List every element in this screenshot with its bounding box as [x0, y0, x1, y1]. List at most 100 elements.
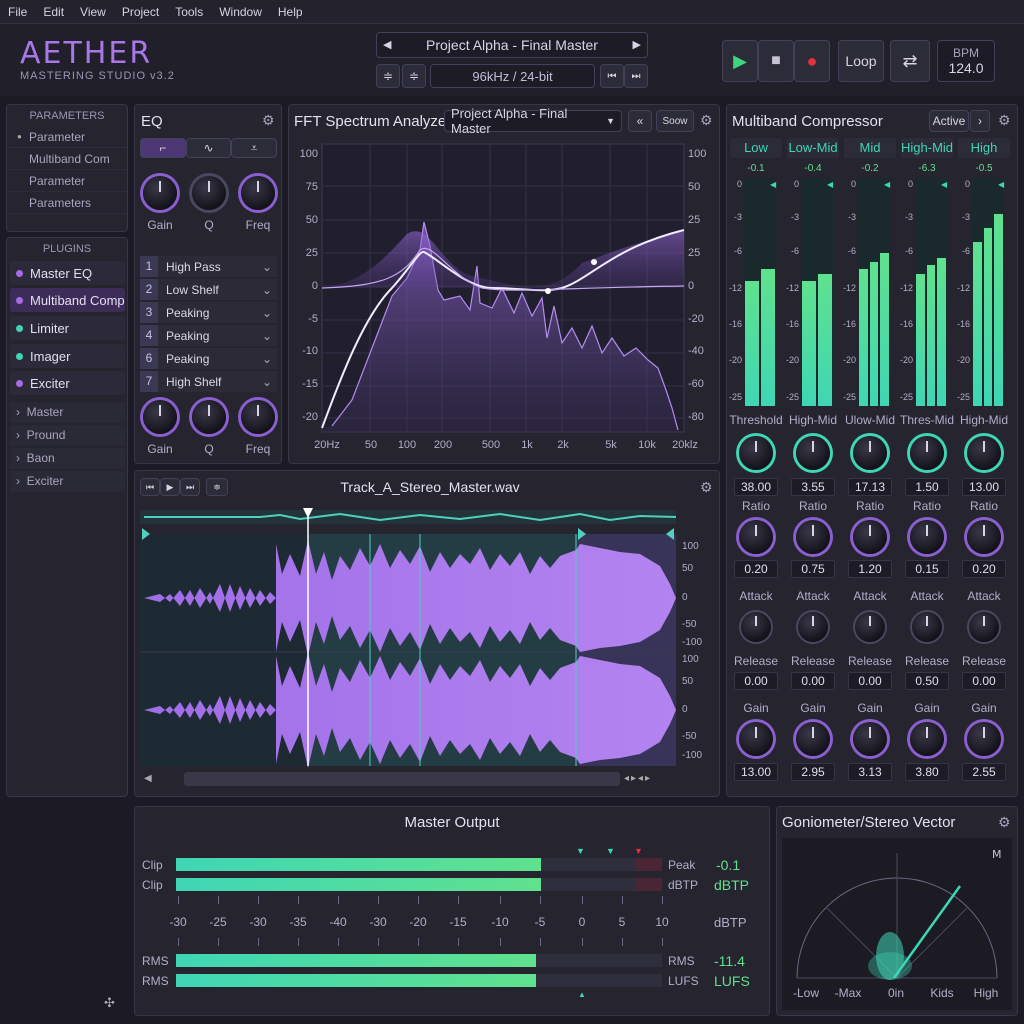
ratio-knob[interactable]	[796, 520, 830, 554]
waveform-display[interactable]	[140, 504, 680, 768]
gain-value[interactable]: 2.55	[962, 763, 1006, 781]
eq-band-freq-knob[interactable]	[241, 400, 275, 434]
ratio-knob[interactable]	[910, 520, 944, 554]
threshold-knob[interactable]	[967, 436, 1001, 470]
goniometer-mode-icon[interactable]: M	[992, 848, 1002, 861]
eq-band-row[interactable]: 2 Low Shelf ⌄	[140, 279, 277, 300]
menu-tools[interactable]: Tools	[167, 5, 211, 19]
release-value[interactable]: 0.00	[848, 672, 892, 690]
compressor-next-icon[interactable]: ›	[970, 110, 990, 132]
threshold-value[interactable]: 3.55	[791, 478, 835, 496]
menu-window[interactable]: Window	[211, 5, 270, 19]
band-name-tab[interactable]: Low	[730, 138, 782, 158]
stop-button[interactable]: ■	[758, 40, 794, 82]
plugin-imager[interactable]: Imager	[10, 344, 125, 368]
wave-prev-icon[interactable]: ⏮	[140, 478, 160, 496]
threshold-knob[interactable]	[910, 436, 944, 470]
ratio-value[interactable]: 0.15	[905, 560, 949, 578]
compressor-gear-icon[interactable]: ⚙	[998, 113, 1012, 127]
band-name-tab[interactable]: High	[958, 138, 1010, 158]
gain-knob[interactable]	[853, 722, 887, 756]
plugin-limiter[interactable]: Limiter	[10, 316, 125, 340]
attack-knob[interactable]	[798, 612, 828, 642]
node-pround[interactable]: › Pround	[10, 425, 125, 446]
speed-button[interactable]: Soow	[656, 110, 694, 132]
compressor-status-button[interactable]: Active	[929, 110, 969, 132]
plugin-master-eq[interactable]: Master EQ	[10, 261, 125, 285]
ratio-value[interactable]: 0.20	[962, 560, 1006, 578]
eq-node-handle[interactable]	[545, 288, 551, 294]
wave-next-icon[interactable]: ⏭	[180, 478, 200, 496]
menu-view[interactable]: View	[72, 5, 114, 19]
gain-value[interactable]: 2.95	[791, 763, 835, 781]
threshold-marker-icon[interactable]: ◀	[884, 180, 890, 189]
eq-band-row[interactable]: 3 Peaking ⌄	[140, 302, 277, 323]
threshold-knob[interactable]	[796, 436, 830, 470]
release-value[interactable]: 0.50	[905, 672, 949, 690]
analyzer-gear-icon[interactable]: ⚙	[700, 113, 714, 127]
gain-value[interactable]: 3.13	[848, 763, 892, 781]
band-name-tab[interactable]: High-Mid	[901, 138, 953, 158]
shape-notch-icon[interactable]: ⩡	[231, 138, 278, 158]
threshold-marker-icon[interactable]: ◀	[770, 180, 776, 189]
gain-knob[interactable]	[910, 722, 944, 756]
ratio-knob[interactable]	[739, 520, 773, 554]
menu-file[interactable]: File	[0, 5, 35, 19]
node-exciter[interactable]: › Exciter	[10, 471, 125, 492]
ratio-value[interactable]: 0.75	[791, 560, 835, 578]
release-value[interactable]: 0.00	[791, 672, 835, 690]
skip-forward-icon[interactable]: ⏭	[624, 64, 648, 88]
goniometer-gear-icon[interactable]: ⚙	[998, 815, 1012, 829]
release-value[interactable]: 0.00	[962, 672, 1006, 690]
eq-q-knob[interactable]	[192, 176, 226, 210]
prev-project-icon[interactable]: ◀	[383, 38, 391, 51]
analyzer-preset-dropdown[interactable]: Project Alpha - Final Master ▼	[444, 106, 622, 136]
spectrum-graph[interactable]	[292, 138, 716, 458]
threshold-knob[interactable]	[739, 436, 773, 470]
attack-knob[interactable]	[855, 612, 885, 642]
menu-edit[interactable]: Edit	[35, 5, 72, 19]
gain-knob[interactable]	[739, 722, 773, 756]
loop-button[interactable]: Loop	[838, 40, 884, 82]
parameter-item[interactable]: Parameters	[7, 192, 127, 214]
threshold-value[interactable]: 13.00	[962, 478, 1006, 496]
eq-gain-knob[interactable]	[143, 176, 177, 210]
threshold-value[interactable]: 17.13	[848, 478, 892, 496]
ratio-knob[interactable]	[853, 520, 887, 554]
menu-project[interactable]: Project	[114, 5, 167, 19]
record-button[interactable]: ●	[794, 40, 830, 82]
plugin-multiband-comp[interactable]: Multiband Comp	[10, 288, 125, 312]
attack-knob[interactable]	[741, 612, 771, 642]
waveform-scrollbar[interactable]	[184, 772, 620, 786]
node-master[interactable]: › Master	[10, 402, 125, 423]
parameter-item[interactable]: Multiband Com	[7, 148, 127, 170]
threshold-marker-icon[interactable]: ◀	[998, 180, 1004, 189]
eq-band-q-knob[interactable]	[192, 400, 226, 434]
mixer-icon[interactable]: ≑	[402, 64, 426, 88]
eq-band-row[interactable]: 6 Peaking ⌄	[140, 348, 277, 369]
next-project-icon[interactable]: ▶	[633, 38, 641, 51]
eq-node-handle[interactable]	[591, 259, 597, 265]
eq-band-row[interactable]: 1 High Pass ⌄	[140, 256, 277, 277]
eq-gear-icon[interactable]: ⚙	[262, 113, 276, 127]
skip-back-icon[interactable]: ⏮	[600, 64, 624, 88]
band-name-tab[interactable]: Low-Mid	[787, 138, 839, 158]
shape-lowcut-icon[interactable]: ⌐	[140, 138, 186, 158]
wave-settings-icon[interactable]: ≑	[206, 478, 228, 496]
rewind-icon[interactable]: «	[628, 110, 652, 132]
gain-knob[interactable]	[796, 722, 830, 756]
band-name-tab[interactable]: Mid	[844, 138, 896, 158]
parameter-item[interactable]: Parameter	[7, 170, 127, 192]
settings-small-icon[interactable]: ✣	[104, 995, 115, 1011]
gain-knob[interactable]	[967, 722, 1001, 756]
menu-help[interactable]: Help	[270, 5, 311, 19]
threshold-marker-icon[interactable]: ◀	[941, 180, 947, 189]
eq-band-gain-knob[interactable]	[143, 400, 177, 434]
node-baon[interactable]: › Baon	[10, 448, 125, 469]
plugin-exciter[interactable]: Exciter	[10, 371, 125, 395]
parameter-item[interactable]: Parameter	[7, 126, 127, 148]
threshold-value[interactable]: 1.50	[905, 478, 949, 496]
threshold-value[interactable]: 38.00	[734, 478, 778, 496]
zoom-controls-icon[interactable]: ◂▸◂▸	[624, 773, 652, 784]
project-selector[interactable]: ◀ Project Alpha - Final Master ▶	[376, 32, 648, 58]
